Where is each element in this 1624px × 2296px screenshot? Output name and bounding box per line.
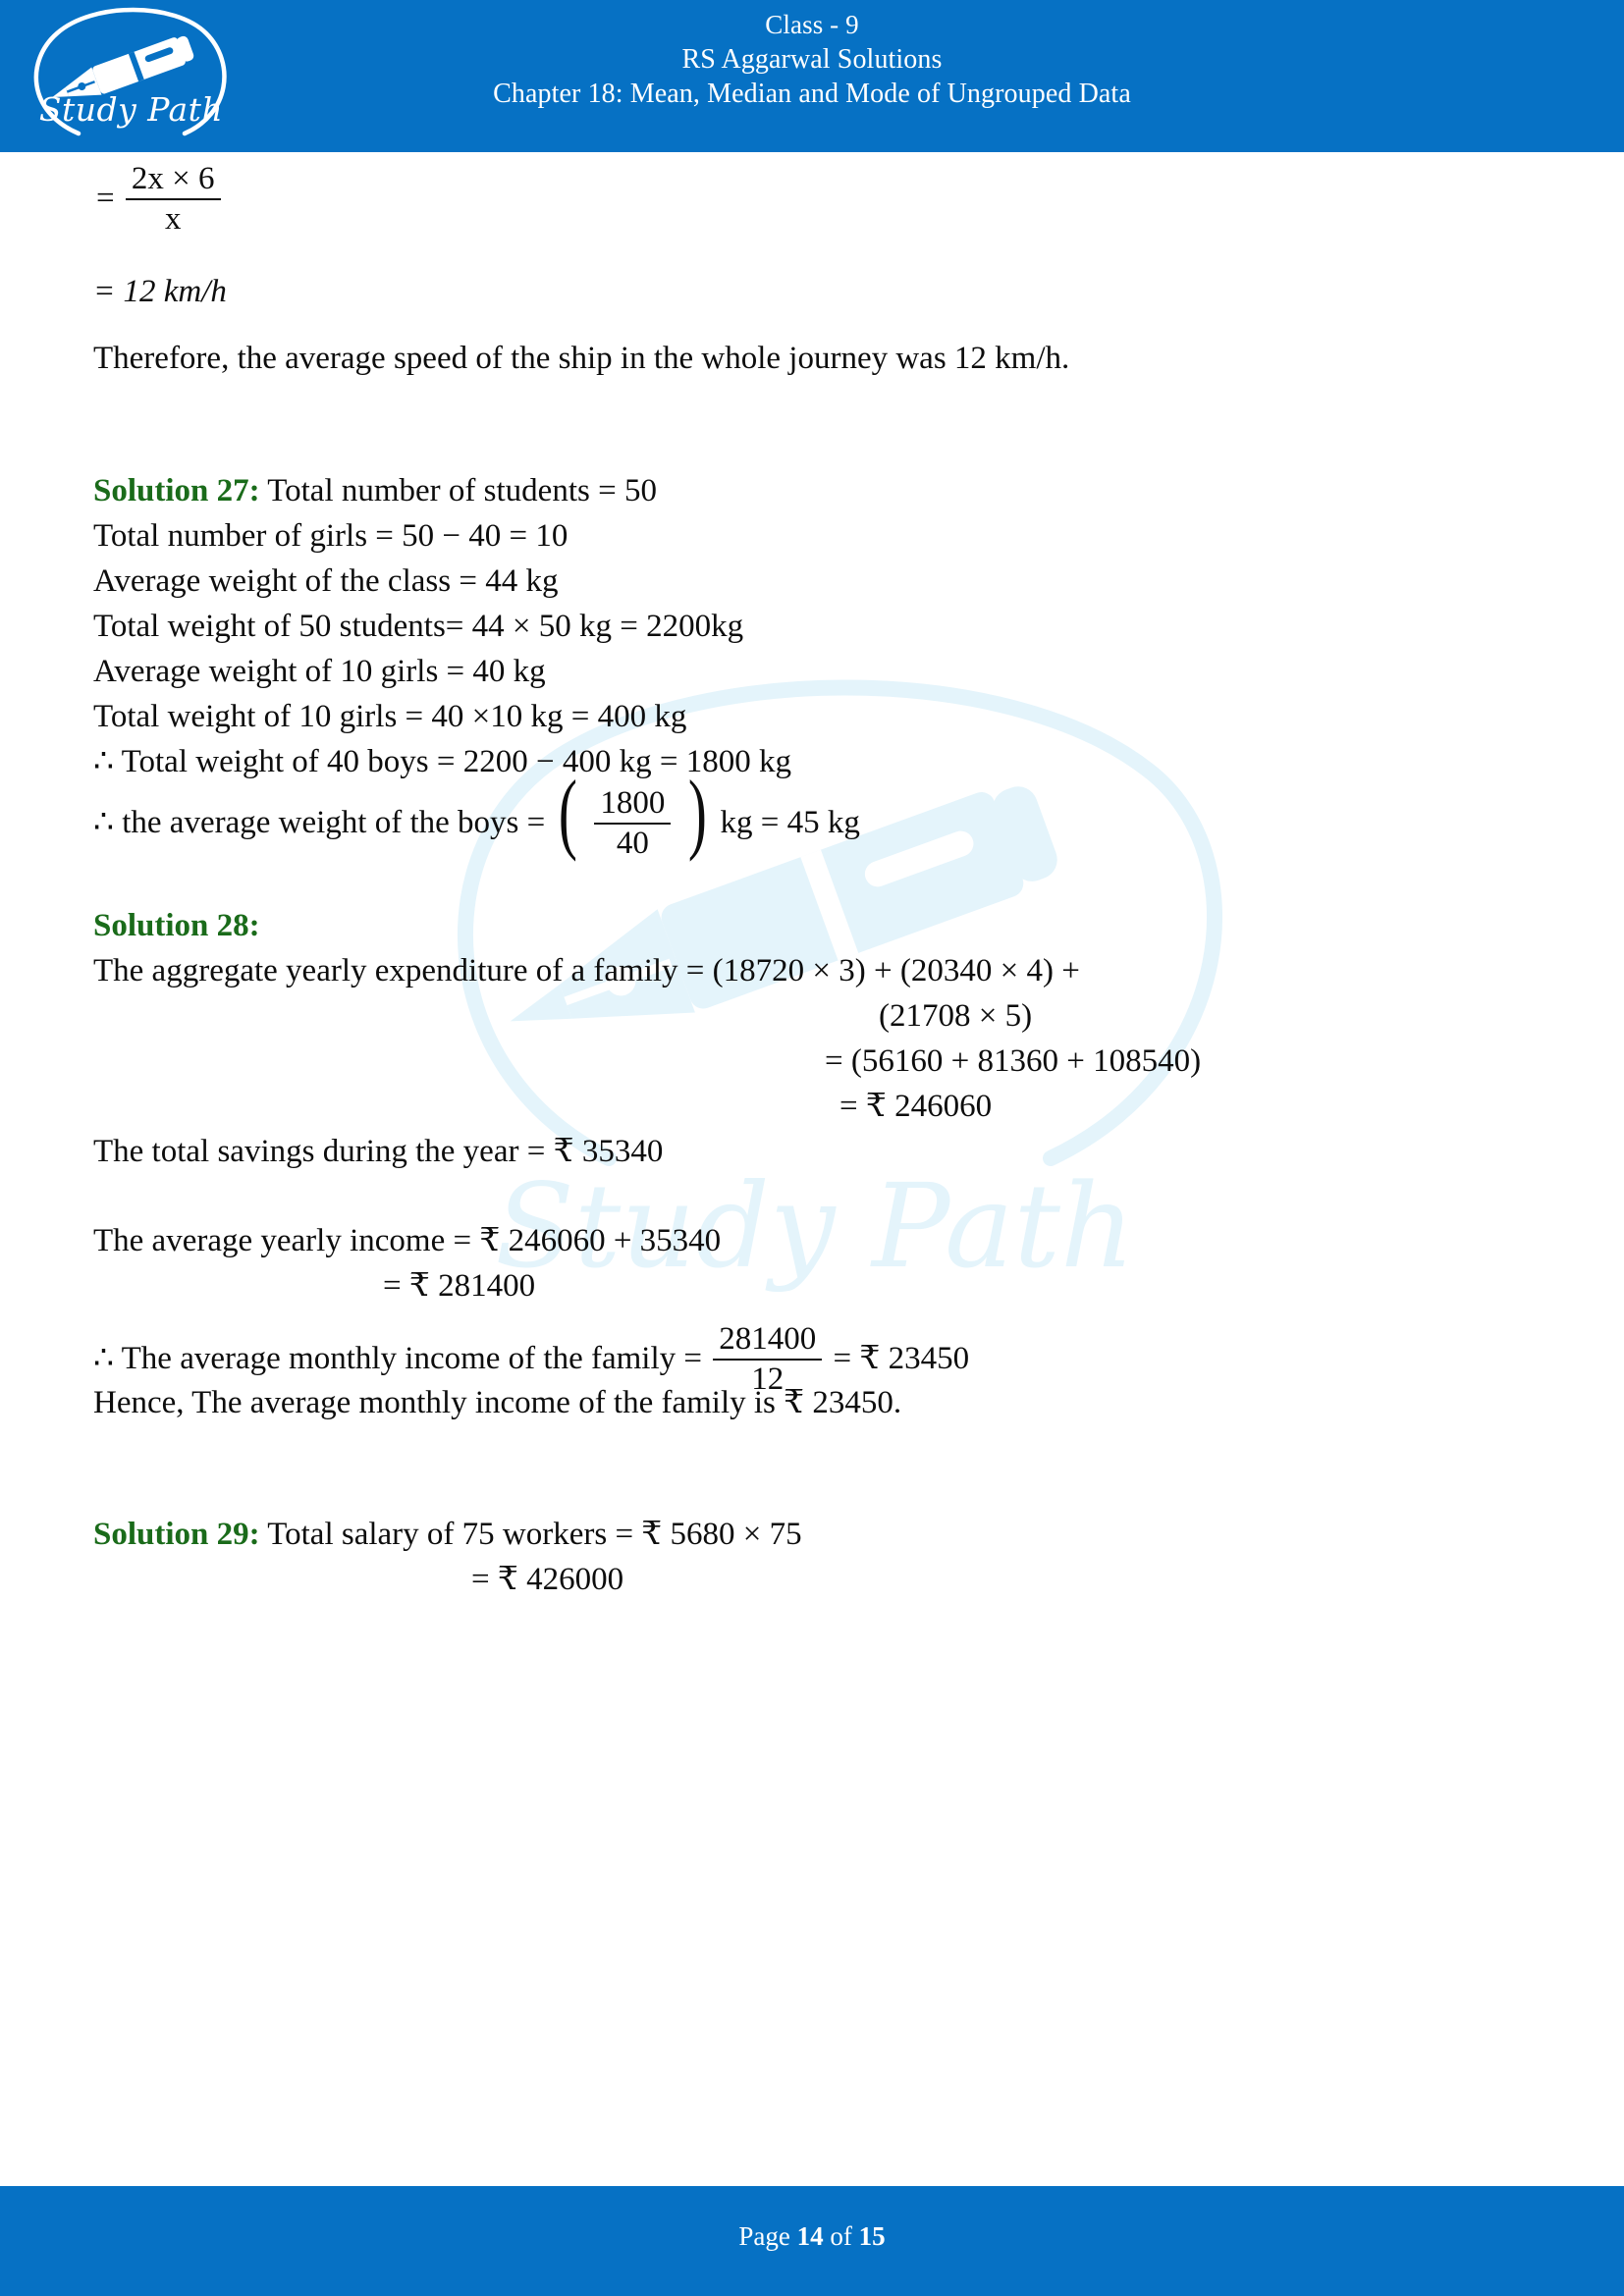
solution-28-label: Solution 28:: [93, 908, 260, 943]
solution-28-line-2: (21708 × 5): [879, 998, 1033, 1034]
header-chapter-line: Chapter 18: Mean, Median and Mode of Ung…: [493, 79, 1131, 110]
solution-27-line-8-suffix: kg = 45 kg: [720, 805, 860, 841]
solution-27-average-weight-line: ∴ the average weight of the boys = ( 180…: [93, 762, 860, 863]
header-book-line: RS Aggarwal Solutions: [681, 43, 943, 75]
fraction-denominator: 40: [616, 825, 649, 861]
solution-29-line-1: Total salary of 75 workers = ₹ 5680 × 75: [267, 1517, 802, 1552]
header-title-block: Class - 9 RS Aggarwal Solutions Chapter …: [0, 8, 1624, 112]
page-prefix: Page: [738, 2221, 797, 2251]
page-footer: Page 14 of 15: [0, 2186, 1624, 2296]
solution-28-line-3: = (56160 + 81360 + 108540): [825, 1043, 1202, 1079]
solution-27-label: Solution 27:: [93, 473, 260, 508]
fraction-2x6-over-x: 2x × 6 x: [125, 162, 221, 237]
solution-27-line-3: Average weight of the class = 44 kg: [93, 563, 559, 599]
q26-conclusion-line: Therefore, the average speed of the ship…: [93, 341, 1070, 376]
fraction-numerator: 2x × 6: [125, 162, 221, 200]
solution-28-line-7: = ₹ 281400: [383, 1268, 536, 1304]
solution-28-line-8-prefix: ∴ The average monthly income of the fami…: [93, 1341, 702, 1377]
solution-28-line-4: = ₹ 246060: [839, 1089, 993, 1124]
solution-27-line-2: Total number of girls = 50 − 40 = 10: [93, 518, 568, 554]
fraction-denominator: x: [164, 200, 182, 237]
solution-27-line-4: Total weight of 50 students= 44 × 50 kg …: [93, 609, 744, 644]
solution-27-line-8-prefix: ∴ the average weight of the boys =: [93, 805, 546, 841]
fraction-numerator: 1800: [594, 786, 672, 825]
total-page-number: 15: [858, 2221, 886, 2251]
solution-28-line-1: The aggregate yearly expenditure of a fa…: [93, 953, 1080, 988]
solution-27-heading-line: Solution 27: Total number of students = …: [93, 475, 657, 507]
solution-29-line-2: = ₹ 426000: [471, 1562, 624, 1597]
solution-28-line-6: The average yearly income = ₹ 246060 + 3…: [93, 1223, 722, 1258]
q26-fraction-line: = 2x × 6 x: [96, 162, 224, 238]
solution-27-line-1: Total number of students = 50: [267, 473, 657, 508]
page-header: Study Path Class - 9 RS Aggarwal Solutio…: [0, 0, 1624, 152]
page-middle: of: [823, 2221, 859, 2251]
header-class-line: Class - 9: [765, 10, 859, 39]
solution-27-line-6: Total weight of 10 girls = 40 ×10 kg = 4…: [93, 699, 687, 734]
solution-29-heading-line: Solution 29: Total salary of 75 workers …: [93, 1519, 802, 1551]
solution-27-line-5: Average weight of 10 girls = 40 kg: [93, 654, 546, 689]
solution-27-line-7: ∴ Total weight of 40 boys = 2200 − 400 k…: [93, 744, 791, 779]
fraction-numerator: 281400: [713, 1322, 823, 1361]
equals-sign: =: [96, 181, 115, 217]
solution-28-line-8-suffix: = ₹ 23450: [833, 1341, 970, 1377]
solution-28-line-9: Hence, The average monthly income of the…: [93, 1385, 902, 1420]
document-page: Study Path Class - 9 RS Aggarwal Solutio…: [0, 0, 1624, 2296]
solution-29-label: Solution 29:: [93, 1517, 260, 1552]
page-content: = 2x × 6 x = 12 km/h Therefore, the aver…: [0, 152, 1624, 2137]
page-number: Page 14 of 15: [0, 2221, 1624, 2252]
current-page-number: 14: [796, 2221, 824, 2251]
q26-result-line: = 12 km/h: [93, 274, 227, 309]
solution-28-line-5: The total savings during the year = ₹ 35…: [93, 1134, 664, 1169]
fraction-1800-over-40: 1800 40: [594, 786, 672, 861]
